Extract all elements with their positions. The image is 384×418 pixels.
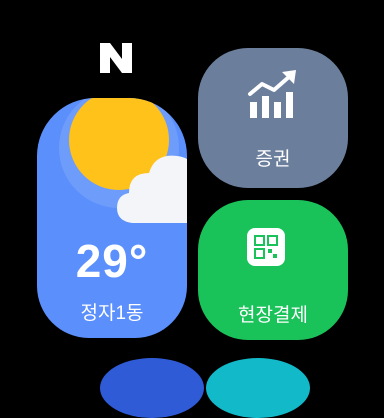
stocks-tile[interactable]: 증권: [198, 48, 348, 188]
chart-up-icon: [248, 70, 296, 118]
weather-tile[interactable]: 29° 정자1동: [37, 98, 187, 338]
location-label: 정자1동: [80, 303, 144, 324]
qr-code-icon: [247, 228, 285, 266]
next-tile-right[interactable]: [206, 358, 310, 418]
onsite-payment-label: 현장결제: [238, 305, 308, 326]
stocks-label: 증권: [255, 149, 291, 170]
temperature-label: 29°: [75, 235, 149, 287]
next-tile-left[interactable]: [100, 358, 204, 418]
onsite-payment-tile[interactable]: 현장결제: [198, 200, 348, 340]
naver-n-logo: [100, 43, 132, 73]
sun-behind-cloud-icon: [59, 98, 187, 223]
